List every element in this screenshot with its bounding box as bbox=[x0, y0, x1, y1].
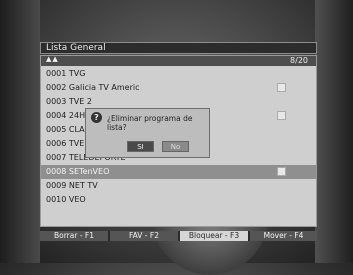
background-left bbox=[0, 0, 40, 263]
list-item[interactable]: 0003 TVE 2 bbox=[41, 95, 316, 109]
lock-checkbox[interactable] bbox=[277, 111, 286, 120]
question-icon: ? bbox=[91, 112, 102, 123]
list-item-selected[interactable]: 0008 SETenVEO bbox=[41, 165, 316, 179]
list-item[interactable]: 0009 NET TV bbox=[41, 179, 316, 193]
channel-label: 0002 Galicia TV Americ bbox=[46, 83, 140, 92]
background-right bbox=[315, 0, 353, 263]
function-key-bar: Borrar - F1 FAV - F2 Bloquear - F3 Mover… bbox=[40, 231, 317, 241]
channel-label: 0003 TVE 2 bbox=[46, 97, 92, 106]
channel-label: 0010 VEO bbox=[46, 195, 86, 204]
title-bar: Lista General bbox=[40, 42, 317, 54]
page-up-icon[interactable]: ▲▲ bbox=[46, 55, 59, 63]
list-item[interactable]: 0002 Galicia TV Americ bbox=[41, 81, 316, 95]
list-header: ▲▲ 8/20 bbox=[41, 55, 316, 66]
channel-label: 0009 NET TV bbox=[46, 181, 98, 190]
channel-label: 0001 TVG bbox=[46, 69, 86, 78]
list-item[interactable]: 0001 TVG bbox=[41, 67, 316, 81]
no-button[interactable]: No bbox=[162, 141, 189, 152]
delete-confirm-dialog: ? ¿Eliminar programa de lista? SI No bbox=[85, 108, 210, 158]
dialog-message: ¿Eliminar programa de lista? bbox=[107, 114, 193, 132]
fav-button[interactable]: FAV - F2 bbox=[110, 231, 178, 241]
lock-button[interactable]: Bloquear - F3 bbox=[180, 231, 248, 241]
lock-checkbox[interactable] bbox=[277, 167, 286, 176]
move-button[interactable]: Mover - F4 bbox=[250, 231, 317, 241]
page-indicator: 8/20 bbox=[290, 56, 308, 65]
yes-button[interactable]: SI bbox=[127, 141, 154, 152]
delete-button[interactable]: Borrar - F1 bbox=[40, 231, 108, 241]
window-title: Lista General bbox=[46, 43, 106, 53]
channel-label: 0008 SETenVEO bbox=[46, 167, 110, 176]
lock-checkbox[interactable] bbox=[277, 83, 286, 92]
list-item[interactable]: 0010 VEO bbox=[41, 193, 316, 207]
